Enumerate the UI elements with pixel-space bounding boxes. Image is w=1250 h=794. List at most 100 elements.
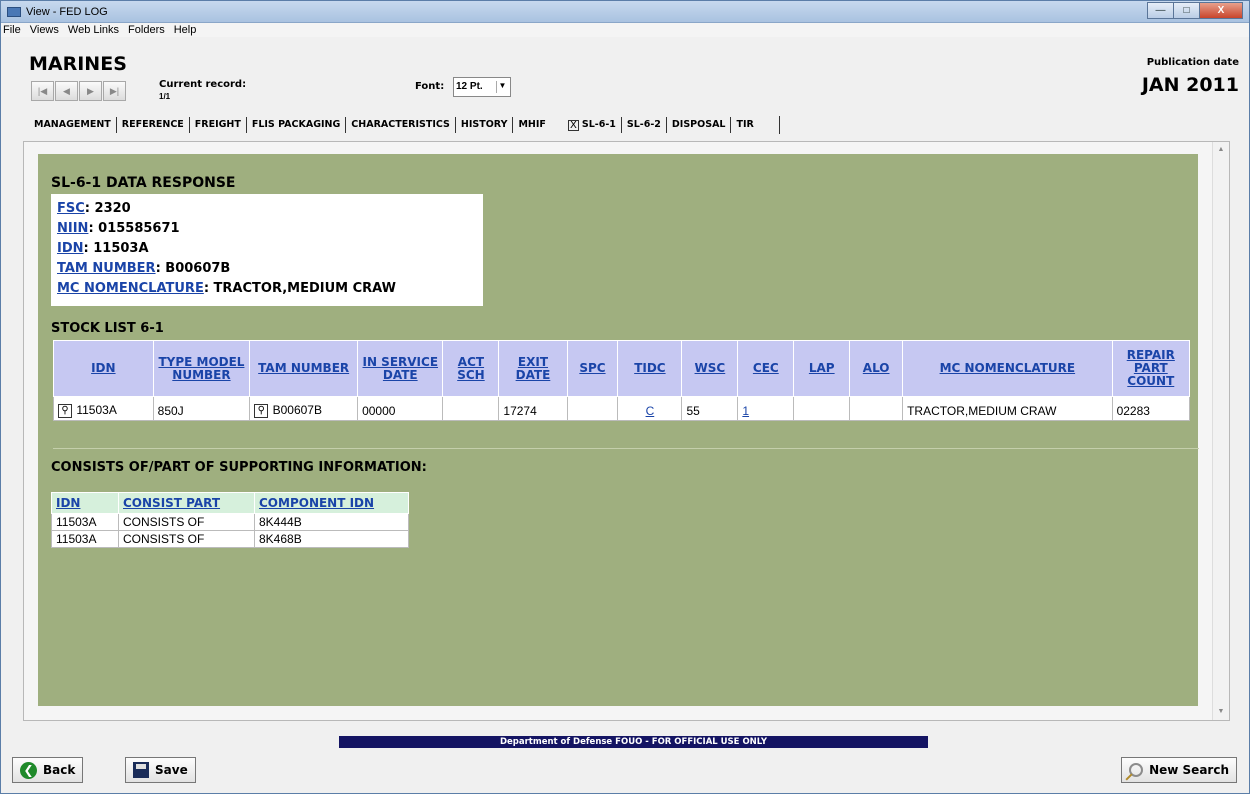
col-idn[interactable]: IDN xyxy=(53,340,154,397)
back-label: Back xyxy=(43,763,76,777)
cell-consists-idn: 11503A xyxy=(51,513,119,531)
scroll-up-icon[interactable]: ▲ xyxy=(1213,142,1229,158)
col-repair-part-count[interactable]: REPAIR PART COUNT xyxy=(1111,340,1191,397)
section-divider xyxy=(53,448,1199,449)
current-record-value: 1/1 xyxy=(159,92,171,101)
consists-title: CONSISTS OF/PART OF SUPPORTING INFORMATI… xyxy=(51,460,427,475)
mc-nomenclature-link[interactable]: MC NOMENCLATURE xyxy=(57,281,204,296)
tam-number-link[interactable]: TAM NUMBER xyxy=(57,261,156,276)
cell-component-idn: 8K444B xyxy=(254,513,409,531)
cell-in-service: 00000 xyxy=(357,396,444,421)
cell-type-model: 850J xyxy=(152,396,251,421)
cell-repair-part-count: 02283 xyxy=(1111,396,1191,421)
cell-act-sch xyxy=(442,396,500,421)
col-consist-part[interactable]: CONSIST PART xyxy=(118,492,255,514)
niin-link[interactable]: NIIN xyxy=(57,221,88,236)
col-act-sch[interactable]: ACT SCH xyxy=(442,340,500,397)
chevron-down-icon: ▼ xyxy=(496,81,508,93)
fsc-row: FSC: 2320 xyxy=(57,199,478,219)
cell-cec: 1 xyxy=(737,396,795,421)
back-button[interactable]: ❮ Back xyxy=(12,757,84,783)
sl61-info-box: FSC: 2320 NIIN: 015585671 IDN: 11503A TA… xyxy=(51,194,483,306)
col-consists-idn[interactable]: IDN xyxy=(51,492,119,514)
floppy-disk-icon xyxy=(133,762,149,778)
menu-folders[interactable]: Folders xyxy=(128,24,165,36)
menu-file[interactable]: File xyxy=(3,24,21,36)
col-exit-date[interactable]: EXIT DATE xyxy=(498,340,568,397)
fsc-value: : 2320 xyxy=(84,201,131,216)
window-controls: — □ X xyxy=(1147,2,1243,19)
magnifier-icon xyxy=(1129,763,1144,777)
mc-nomenclature-value: : TRACTOR,MEDIUM CRAW xyxy=(203,281,396,296)
col-tam-number[interactable]: TAM NUMBER xyxy=(249,340,359,397)
new-search-button[interactable]: New Search xyxy=(1121,757,1237,783)
vertical-scrollbar[interactable]: ▲ ▼ xyxy=(1212,142,1229,720)
publication-date-value: JAN 2011 xyxy=(1141,74,1239,96)
scroll-down-icon[interactable]: ▼ xyxy=(1213,704,1229,720)
col-type-model-number[interactable]: TYPE MODEL NUMBER xyxy=(152,340,251,397)
idn-link[interactable]: IDN xyxy=(57,241,84,256)
cell-wsc: 55 xyxy=(681,396,739,421)
save-button[interactable]: Save xyxy=(125,757,196,783)
menu-web-links[interactable]: Web Links xyxy=(68,24,119,36)
table-row: ⚲ 11503A 850J ⚲ B00607B 00000 17274 C 55… xyxy=(53,396,1191,421)
tab-management[interactable]: MANAGEMENT xyxy=(29,117,117,133)
cell-tidc: C xyxy=(617,396,683,421)
magnifier-icon[interactable]: ⚲ xyxy=(58,404,72,418)
fouo-banner: Department of Defense FOUO - FOR OFFICIA… xyxy=(339,736,928,748)
fsc-link[interactable]: FSC xyxy=(57,201,85,216)
tab-sl-6-2[interactable]: SL-6-2 xyxy=(622,117,667,133)
font-size-select[interactable]: 12 Pt. ▼ xyxy=(453,77,511,97)
previous-record-button[interactable]: ◀ xyxy=(55,81,78,101)
tab-mhif[interactable]: MHIF xyxy=(513,117,550,133)
tab-bar: MANAGEMENT REFERENCE FREIGHT FLIS PACKAG… xyxy=(29,116,780,134)
col-cec[interactable]: CEC xyxy=(737,340,795,397)
tab-sl-6-1[interactable]: X SL-6-1 xyxy=(563,117,622,133)
minimize-button[interactable]: — xyxy=(1147,2,1174,19)
col-in-service-date[interactable]: IN SERVICE DATE xyxy=(357,340,444,397)
idn-row: IDN: 11503A xyxy=(57,239,478,259)
niin-value: : 015585671 xyxy=(88,221,180,236)
col-wsc[interactable]: WSC xyxy=(681,340,739,397)
first-record-button[interactable]: |◀ xyxy=(31,81,54,101)
cell-consist-part: CONSISTS OF xyxy=(118,513,255,531)
consists-table: IDN CONSIST PART COMPONENT IDN 11503A CO… xyxy=(51,492,409,548)
new-search-label: New Search xyxy=(1149,763,1229,777)
magnifier-icon[interactable]: ⚲ xyxy=(254,404,269,418)
title-bar: View - FED LOG — □ X xyxy=(1,1,1249,23)
cell-component-idn: 8K468B xyxy=(254,530,409,548)
cell-idn: ⚲ 11503A xyxy=(53,396,154,421)
content-frame: SL-6-1 DATA RESPONSE FSC: 2320 NIIN: 015… xyxy=(23,141,1230,721)
tab-disposal[interactable]: DISPOSAL xyxy=(667,117,732,133)
tidc-link[interactable]: C xyxy=(646,404,655,418)
tab-characteristics[interactable]: CHARACTERISTICS xyxy=(346,117,456,133)
idn-text: 11503A xyxy=(76,403,117,418)
tab-tir[interactable]: TIR xyxy=(731,117,758,133)
menu-views[interactable]: Views xyxy=(30,24,59,36)
fedlog-window: View - FED LOG — □ X File Views Web Link… xyxy=(0,0,1250,794)
stock-list-table: IDN TYPE MODEL NUMBER TAM NUMBER IN SERV… xyxy=(53,340,1191,421)
col-alo[interactable]: ALO xyxy=(849,340,904,397)
menu-help[interactable]: Help xyxy=(174,24,197,36)
cell-mc-nomenclature: TRACTOR,MEDIUM CRAW xyxy=(902,396,1113,421)
col-mc-nomenclature[interactable]: MC NOMENCLATURE xyxy=(902,340,1113,397)
col-tidc[interactable]: TIDC xyxy=(617,340,683,397)
col-component-idn[interactable]: COMPONENT IDN xyxy=(254,492,409,514)
close-button[interactable]: X xyxy=(1199,2,1243,19)
close-tab-icon[interactable]: X xyxy=(567,119,579,131)
save-label: Save xyxy=(155,763,188,777)
col-lap[interactable]: LAP xyxy=(793,340,851,397)
cec-link[interactable]: 1 xyxy=(742,404,749,418)
col-spc[interactable]: SPC xyxy=(566,340,619,397)
last-record-button[interactable]: ▶| xyxy=(103,81,126,101)
tab-history[interactable]: HISTORY xyxy=(456,117,514,133)
org-title: MARINES xyxy=(29,53,127,75)
tab-freight[interactable]: FREIGHT xyxy=(190,117,247,133)
next-record-button[interactable]: ▶ xyxy=(79,81,102,101)
maximize-button[interactable]: □ xyxy=(1173,2,1200,19)
table-row: 11503A CONSISTS OF 8K468B xyxy=(51,530,409,548)
font-size-value: 12 Pt. xyxy=(456,81,483,92)
tab-sl-6-1-label: SL-6-1 xyxy=(581,119,616,130)
tab-reference[interactable]: REFERENCE xyxy=(117,117,190,133)
tab-flis-packaging[interactable]: FLIS PACKAGING xyxy=(247,117,347,133)
